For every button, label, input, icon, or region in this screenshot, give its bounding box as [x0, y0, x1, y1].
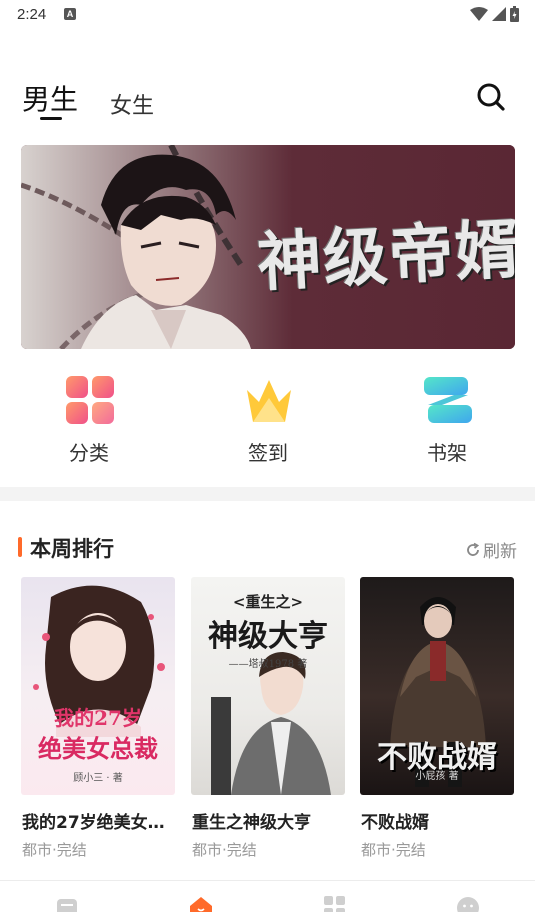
refresh-icon: [467, 542, 480, 556]
book-cover: 不败战婿 小屁孩 著: [360, 577, 514, 795]
bottom-nav: [0, 880, 535, 912]
book-meta: 都市·完结: [192, 841, 257, 859]
refresh-button[interactable]: 刷新: [465, 537, 517, 562]
profile-nav-icon[interactable]: [456, 895, 480, 912]
quick-signin[interactable]: 签到: [208, 370, 328, 470]
banner-title: 神级帝婿: [255, 212, 515, 301]
search-icon[interactable]: [474, 80, 508, 114]
quick-category[interactable]: 分类: [29, 370, 149, 470]
notification-icon: A: [64, 8, 76, 20]
book-cover: <重生之> 神级大亨 ——塔叔1978 著: [191, 577, 345, 795]
wifi-icon: [470, 7, 488, 21]
cover-title-line2: 绝美女总裁: [38, 734, 158, 763]
gender-tabs: 男生 女生: [0, 70, 535, 130]
active-tab-indicator: [40, 117, 62, 120]
quick-bookshelf-label: 书架: [427, 441, 467, 465]
cover-title-line1: <重生之>: [232, 593, 304, 611]
weekly-ranking-header: 本周排行 刷新: [0, 530, 535, 564]
section-divider: [0, 487, 535, 501]
book-title: 我的27岁绝美女…: [22, 813, 165, 833]
refresh-label: 刷新: [483, 542, 517, 562]
section-accent-bar: [18, 537, 22, 557]
book-meta: 都市·完结: [361, 841, 426, 859]
cover-author: 顾小三 · 著: [73, 773, 123, 784]
crown-icon: [247, 380, 291, 422]
book-title: 不败战婿: [361, 813, 429, 833]
book-meta: 都市·完结: [22, 841, 87, 859]
bookshelf-nav-icon[interactable]: [55, 895, 79, 912]
quick-bookshelf[interactable]: 书架: [387, 370, 507, 470]
banner[interactable]: 神级帝婿: [21, 145, 515, 349]
section-title: 本周排行: [30, 537, 114, 561]
status-indicators: [470, 6, 519, 22]
signal-icon: [492, 7, 506, 21]
quick-signin-label: 签到: [248, 441, 288, 465]
status-time: 2:24: [17, 6, 47, 23]
bookshelf-icon: [424, 377, 472, 423]
category-grid-icon: [66, 376, 114, 424]
status-bar: 2:24 A: [0, 0, 535, 30]
battery-icon: [510, 6, 519, 22]
cover-author: ——塔叔1978 著: [228, 659, 308, 670]
tab-male[interactable]: 男生: [22, 78, 78, 118]
tab-female[interactable]: 女生: [110, 88, 154, 120]
book-cover: 我的27岁 绝美女总裁 顾小三 · 著: [21, 577, 175, 795]
category-nav-icon[interactable]: [323, 895, 347, 912]
cover-author: 小屁孩 著: [415, 771, 459, 782]
cover-title-line2: 神级大亨: [208, 619, 328, 654]
quick-category-label: 分类: [69, 441, 109, 465]
home-nav-icon[interactable]: [189, 895, 213, 912]
cover-title-line1: 我的27岁: [54, 706, 142, 730]
book-title: 重生之神级大亨: [192, 813, 311, 833]
